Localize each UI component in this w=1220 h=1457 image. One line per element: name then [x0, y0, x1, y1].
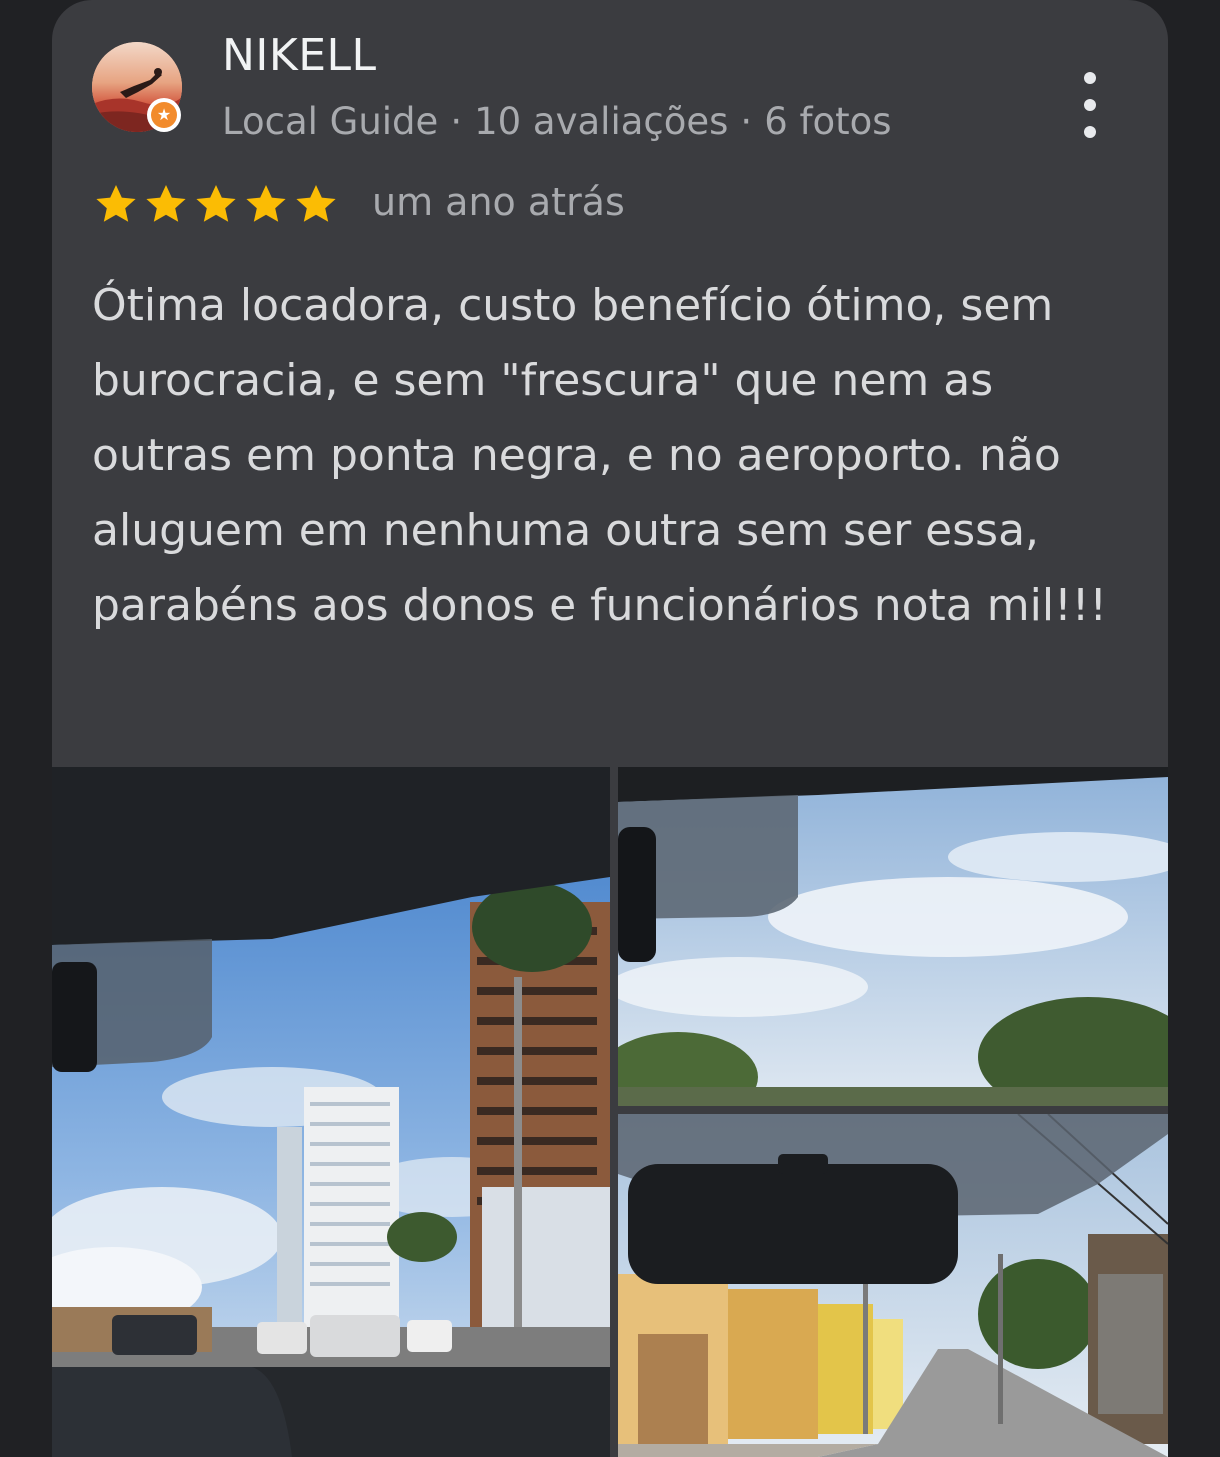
- more-vert-icon-dot: [1084, 99, 1096, 111]
- author-name[interactable]: NIKELL: [222, 30, 377, 81]
- local-guide-label: Local Guide: [222, 100, 439, 143]
- more-vert-icon: [1084, 72, 1096, 84]
- local-guide-star-icon: ★: [151, 102, 177, 128]
- star-rating: [92, 180, 340, 228]
- review-photo[interactable]: [618, 1114, 1168, 1457]
- more-options-button[interactable]: [1070, 72, 1110, 138]
- photo-count: 6 fotos: [764, 100, 892, 143]
- review-card: ★ NIKELL Local Guide · 10 avaliações · 6 fot…: [52, 0, 1168, 1457]
- star-icon: [296, 185, 336, 222]
- meta-separator: ·: [450, 100, 463, 143]
- review-photo[interactable]: [618, 767, 1168, 1106]
- author-meta: Local Guide · 10 avaliações · 6 fotos: [222, 100, 892, 143]
- star-icon: [96, 185, 136, 222]
- review-count: 10 avaliações: [474, 100, 729, 143]
- more-vert-icon-dot: [1084, 126, 1096, 138]
- photo-windshield-street: [618, 1114, 1168, 1457]
- review-text: Ótima locadora, custo benefício ótimo, s…: [92, 280, 1107, 631]
- star-icon: [196, 185, 236, 222]
- meta-separator: ·: [740, 100, 753, 143]
- review-date: um ano atrás: [372, 180, 625, 224]
- star-icon: [146, 185, 186, 222]
- review-photo[interactable]: [52, 767, 610, 1457]
- star-icon: [246, 185, 286, 222]
- photo-windshield-city: [52, 767, 610, 1457]
- local-guide-badge: ★: [147, 98, 181, 132]
- photo-windshield-sky: [618, 767, 1168, 1106]
